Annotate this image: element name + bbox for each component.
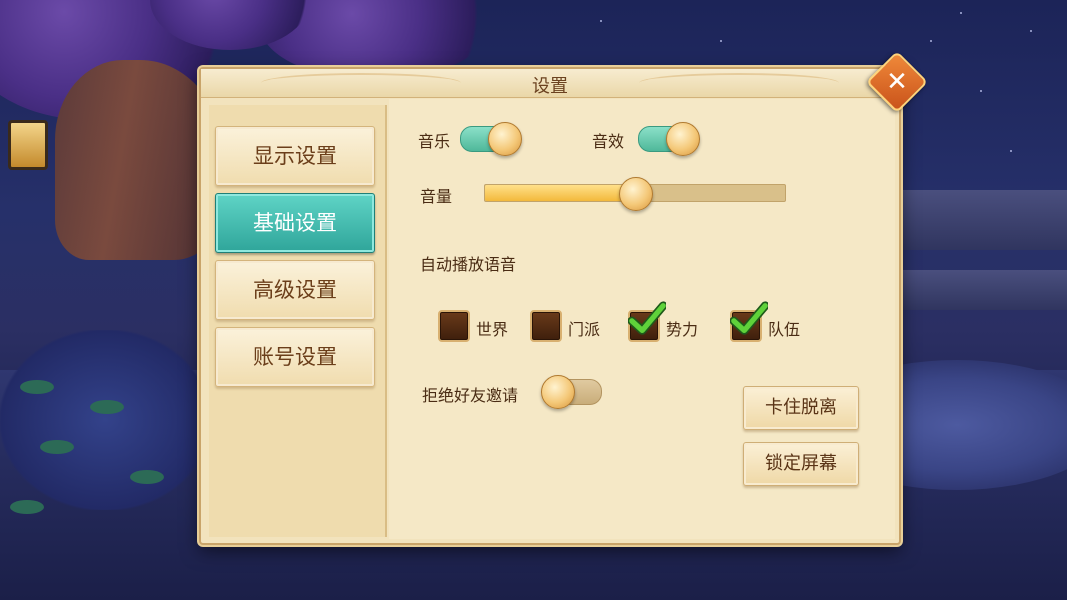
bridge-rail: [900, 270, 1067, 310]
nav-display-settings[interactable]: 显示设置: [215, 126, 375, 186]
checkmark-icon: [628, 301, 666, 335]
star: [960, 12, 962, 14]
volume-slider[interactable]: [484, 177, 786, 211]
checkbox-world[interactable]: [438, 310, 470, 342]
lotus-pad: [20, 380, 54, 394]
lotus-pad: [40, 440, 74, 454]
checkbox-world-label: 世界: [476, 320, 509, 339]
reject-invite-toggle[interactable]: [541, 375, 602, 409]
star: [600, 20, 602, 22]
star: [980, 90, 982, 92]
lotus-pad: [10, 500, 44, 514]
dialog-title-bar: 设置: [201, 69, 899, 98]
voice-autoplay-label: 自动播放语音: [420, 255, 517, 274]
checkbox-team[interactable]: [730, 301, 768, 342]
volume-label: 音量: [420, 187, 453, 206]
lantern-icon: [8, 120, 48, 170]
unstuck-button[interactable]: 卡住脱离: [743, 386, 859, 430]
nav-account-settings[interactable]: 账号设置: [215, 327, 375, 387]
checkbox-sect-label: 门派: [568, 320, 601, 339]
checkbox-faction[interactable]: [628, 301, 666, 342]
lock-screen-button[interactable]: 锁定屏幕: [743, 442, 859, 486]
sfx-label: 音效: [592, 132, 625, 151]
toggle-knob[interactable]: [666, 122, 700, 156]
music-label: 音乐: [418, 132, 451, 151]
star: [720, 40, 722, 42]
star: [1010, 150, 1012, 152]
checkbox-sect[interactable]: [530, 310, 562, 342]
toggle-knob[interactable]: [488, 122, 522, 156]
pond: [0, 330, 210, 510]
lotus-pad: [130, 470, 164, 484]
lotus-pad: [90, 400, 124, 414]
sfx-toggle[interactable]: [638, 122, 700, 156]
music-toggle[interactable]: [460, 122, 522, 156]
dialog-title: 设置: [532, 76, 568, 97]
reject-invite-label: 拒绝好友邀请: [422, 386, 519, 405]
star: [930, 40, 932, 42]
volume-slider-handle[interactable]: [619, 177, 653, 211]
checkbox-team-label: 队伍: [768, 320, 801, 339]
checkmark-icon: [730, 301, 768, 335]
nav-advanced-settings[interactable]: 高级设置: [215, 260, 375, 320]
nav-basic-settings[interactable]: 基础设置: [215, 193, 375, 253]
star: [1030, 30, 1032, 32]
checkbox-faction-label: 势力: [666, 320, 699, 339]
bridge-rail: [900, 190, 1067, 250]
close-icon[interactable]: ✕: [875, 60, 919, 104]
volume-slider-fill: [485, 185, 635, 201]
toggle-knob[interactable]: [541, 375, 575, 409]
